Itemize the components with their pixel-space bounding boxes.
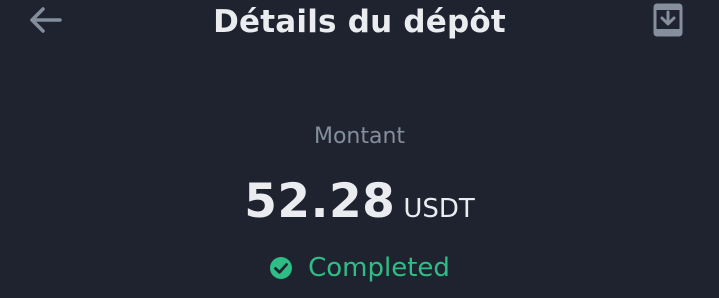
- download-tray-icon: [653, 3, 683, 37]
- download-button[interactable]: [648, 0, 688, 40]
- amount-label: Montant: [313, 124, 406, 149]
- status-row: Completed: [0, 253, 719, 283]
- status-text: Completed: [308, 253, 450, 283]
- amount-value: 52.28: [244, 174, 396, 229]
- amount-currency: USDT: [403, 194, 475, 224]
- deposit-details-screen: Détails du dépôt Montant 52.28 USDT Compl…: [0, 0, 719, 298]
- amount-row: 52.28 USDT: [0, 174, 719, 229]
- page-title: Détails du dépôt: [213, 4, 506, 40]
- check-circle-icon: [269, 256, 293, 280]
